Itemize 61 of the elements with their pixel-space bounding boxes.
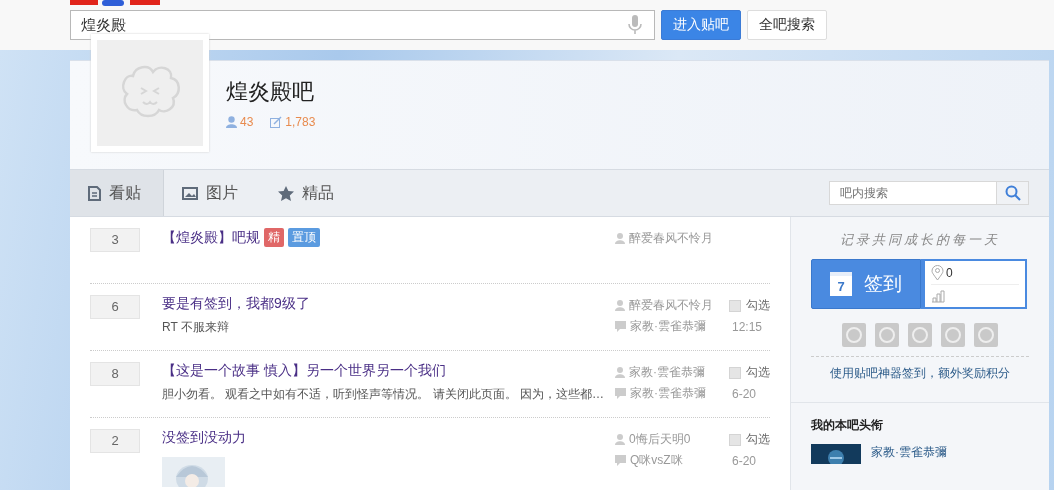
search-button[interactable]: [997, 181, 1029, 205]
microphone-icon[interactable]: [628, 15, 642, 35]
reply-time: 12:15: [732, 319, 764, 334]
reply-count: 2: [90, 429, 140, 453]
select-checkbox[interactable]: [729, 433, 741, 446]
select-checkbox[interactable]: [729, 366, 741, 379]
thread-tag: 置顶: [288, 228, 320, 247]
tab[interactable]: 图片: [164, 170, 260, 216]
slogan-text: 记录共同成长的每一天: [839, 231, 1001, 249]
search-field[interactable]: 煌炎殿: [70, 10, 655, 40]
tool-icon[interactable]: [908, 323, 932, 347]
sign-tool-link[interactable]: 使用贴吧神器签到，额外奖励积分: [811, 365, 1029, 382]
image-icon: [182, 186, 198, 200]
logo-icon: [70, 0, 160, 6]
reply-count: 3: [90, 228, 140, 252]
search-button[interactable]: 进入贴吧: [661, 10, 741, 40]
edit-icon: [270, 116, 283, 128]
person-icon: [615, 367, 625, 378]
member-count: 43: [240, 115, 254, 129]
star-icon: [278, 185, 294, 201]
tool-icon[interactable]: [842, 323, 866, 347]
select-label: 勾选: [746, 297, 770, 314]
search-button[interactable]: 全吧搜索: [747, 10, 827, 40]
tool-icon[interactable]: [974, 323, 998, 347]
bar-chart-icon: [931, 289, 945, 303]
tool-icon[interactable]: [941, 323, 965, 347]
section-heading: 我的本吧头衔: [811, 417, 884, 434]
comment-icon: [615, 321, 626, 332]
person-icon: [615, 233, 625, 244]
forum-name: 煌炎殿吧: [226, 78, 315, 106]
tool-icon[interactable]: [875, 323, 899, 347]
thread-title[interactable]: 要是有签到，我都9级了: [162, 295, 310, 313]
person-icon: [226, 116, 237, 128]
select-label: 勾选: [746, 431, 770, 448]
tab[interactable]: 看贴: [70, 170, 164, 216]
reply-count: 8: [90, 362, 140, 386]
thread-tag: 精: [264, 228, 284, 247]
thread-excerpt: RT 不服来辩: [162, 319, 230, 336]
location-pin-icon: [931, 264, 944, 281]
comment-icon: [615, 388, 626, 399]
post-count: 1,783: [285, 115, 316, 129]
document-icon: [88, 185, 101, 201]
person-icon: [615, 434, 625, 445]
select-label: 勾选: [746, 364, 770, 381]
tab[interactable]: 精品: [260, 170, 356, 216]
sign-count: 0: [946, 265, 953, 280]
reply-time: 6-20: [732, 386, 758, 401]
user-title-name[interactable]: 家教·雲雀恭彌: [871, 444, 947, 464]
sign-in-button[interactable]: 7 签到: [811, 259, 921, 309]
search-icon: [1004, 185, 1021, 201]
thread-title[interactable]: 【煌炎殿】吧规: [162, 228, 260, 247]
reply-time: 6-20: [732, 453, 758, 468]
reply-count: 6: [90, 295, 140, 319]
thread-title[interactable]: 没签到没动力: [162, 429, 246, 447]
comment-icon: [615, 455, 626, 466]
thread-title[interactable]: 【这是一个故事 慎入】另一个世界另一个我们: [162, 362, 446, 380]
select-checkbox[interactable]: [729, 299, 741, 312]
person-icon: [615, 300, 625, 311]
calendar-icon: 7: [830, 272, 852, 296]
forum-search-field[interactable]: 吧内搜索: [829, 181, 997, 205]
thread-excerpt: 胆小勿看。 观看之中如有不适，听到怪声等情况。 请关闭此页面。 因为，这些都…: [162, 386, 605, 403]
